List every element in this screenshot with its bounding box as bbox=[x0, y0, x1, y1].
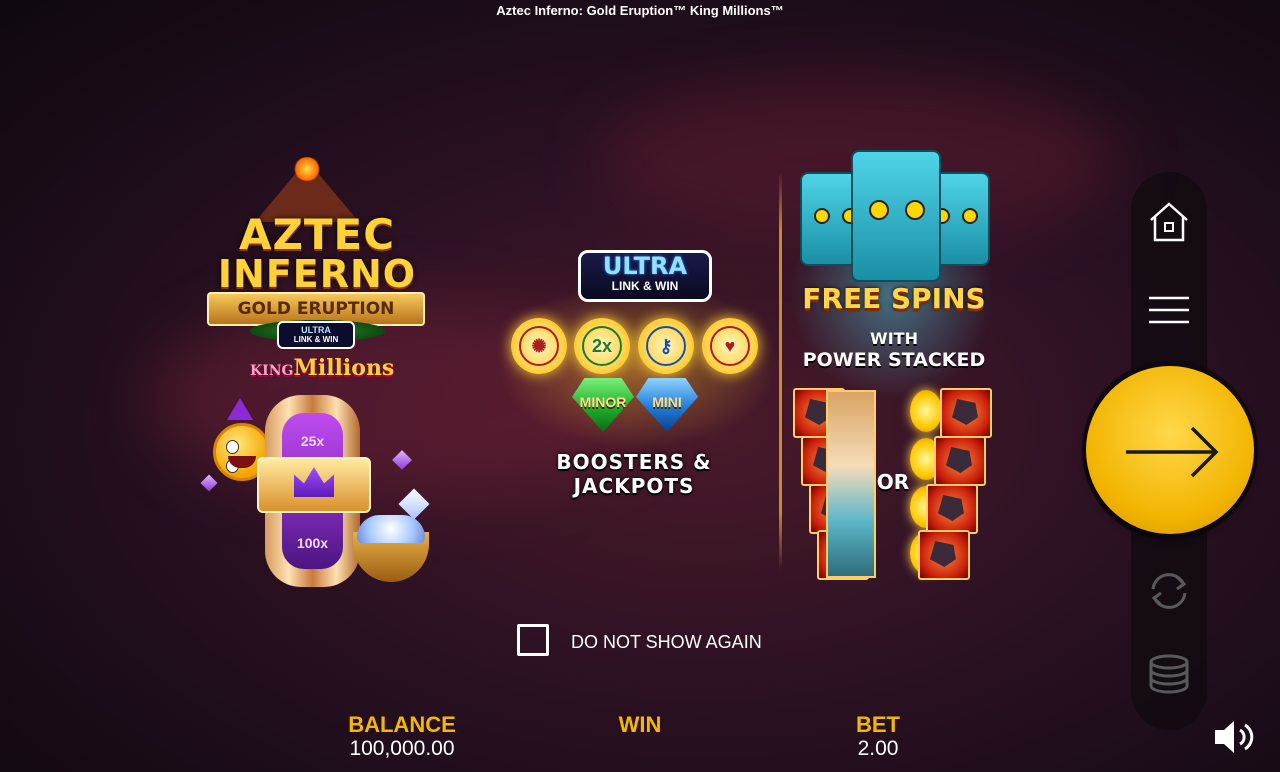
reel-value: 100x bbox=[296, 535, 329, 551]
menu-icon bbox=[1149, 296, 1189, 324]
lava-rock-tile bbox=[926, 484, 978, 534]
balance-display: BALANCE 100,000.00 bbox=[322, 712, 482, 760]
win-label: WIN bbox=[618, 712, 662, 737]
link-win-text: LINK & WIN bbox=[611, 279, 679, 293]
home-button[interactable] bbox=[1143, 196, 1195, 248]
autoplay-button[interactable] bbox=[1143, 565, 1195, 617]
king-millions-logo: KINGMillions bbox=[250, 355, 394, 381]
bet-stack-icon bbox=[1149, 654, 1189, 694]
balance-value: 100,000.00 bbox=[349, 737, 455, 760]
boosters-jackpots-caption: BOOSTERS & JACKPOTS bbox=[556, 450, 712, 498]
section-divider bbox=[779, 172, 782, 570]
free-spins-with: WITH bbox=[870, 329, 918, 348]
sound-icon bbox=[1215, 721, 1254, 753]
lava-rock-tile bbox=[918, 530, 970, 580]
game-logo: AZTEC INFERNO GOLD ERUPTION ULTRA LINK &… bbox=[195, 155, 440, 595]
booster-symbol: ⚷ bbox=[646, 326, 686, 366]
menu-button[interactable] bbox=[1143, 284, 1195, 336]
booster-symbol: ✺ bbox=[519, 326, 559, 366]
diamonds-icon bbox=[357, 515, 425, 543]
autoplay-icon bbox=[1151, 573, 1187, 609]
ultra-link-win-logo: ULTRA LINK & WIN bbox=[578, 250, 712, 302]
spin-arrow-icon bbox=[1126, 426, 1219, 478]
king-prefix: KING bbox=[250, 363, 294, 379]
ultra-link-win-logo-small: ULTRA LINK & WIN bbox=[277, 321, 355, 349]
win-display: WIN bbox=[580, 712, 700, 738]
bet-settings-button[interactable] bbox=[1143, 648, 1195, 700]
home-icon bbox=[1150, 202, 1188, 242]
king-word: Millions bbox=[293, 355, 395, 381]
heart-respin-icon: ♥ bbox=[702, 318, 758, 374]
do-not-show-label[interactable]: DO NOT SHOW AGAIN bbox=[571, 632, 762, 653]
totem-big-icon bbox=[851, 150, 941, 282]
booster-symbol: ♥ bbox=[710, 326, 750, 366]
aztec-queen-icon bbox=[826, 390, 876, 578]
balance-label: BALANCE bbox=[348, 712, 456, 737]
gold-coin-icon bbox=[910, 390, 942, 432]
spin-button[interactable] bbox=[1086, 366, 1254, 534]
do-not-show-checkbox[interactable] bbox=[517, 624, 549, 656]
multiplier-icon: 2x bbox=[574, 318, 630, 374]
diamond-icon bbox=[392, 450, 412, 470]
logo-line-2: INFERNO bbox=[217, 252, 417, 296]
scepter-icon bbox=[200, 474, 218, 492]
bet-display: BET 2.00 bbox=[818, 712, 938, 760]
free-spins-title: FREE SPINS bbox=[802, 282, 986, 315]
crown-icon bbox=[227, 398, 253, 420]
lava-rock-tile bbox=[940, 388, 992, 438]
or-label: OR bbox=[876, 470, 910, 494]
bet-label: BET bbox=[856, 712, 900, 737]
lava-icon bbox=[293, 157, 321, 181]
link-win-text: LINK & WIN bbox=[293, 335, 339, 344]
ultra-text: ULTRA bbox=[301, 325, 331, 335]
ultra-text: ULTRA bbox=[602, 252, 688, 280]
game-title: Aztec Inferno: Gold Eruption™ King Milli… bbox=[496, 3, 784, 18]
free-spins-subtitle: POWER STACKED bbox=[802, 349, 986, 371]
sound-button[interactable] bbox=[1212, 717, 1260, 757]
crown-box-icon bbox=[257, 457, 371, 513]
booster-symbol: 2x bbox=[582, 326, 622, 366]
lava-rock-tile bbox=[934, 436, 986, 486]
aztec-sun-icon: ✺ bbox=[511, 318, 567, 374]
key-icon: ⚷ bbox=[638, 318, 694, 374]
reel-value: 25x bbox=[300, 433, 325, 449]
bet-value: 2.00 bbox=[857, 737, 899, 760]
